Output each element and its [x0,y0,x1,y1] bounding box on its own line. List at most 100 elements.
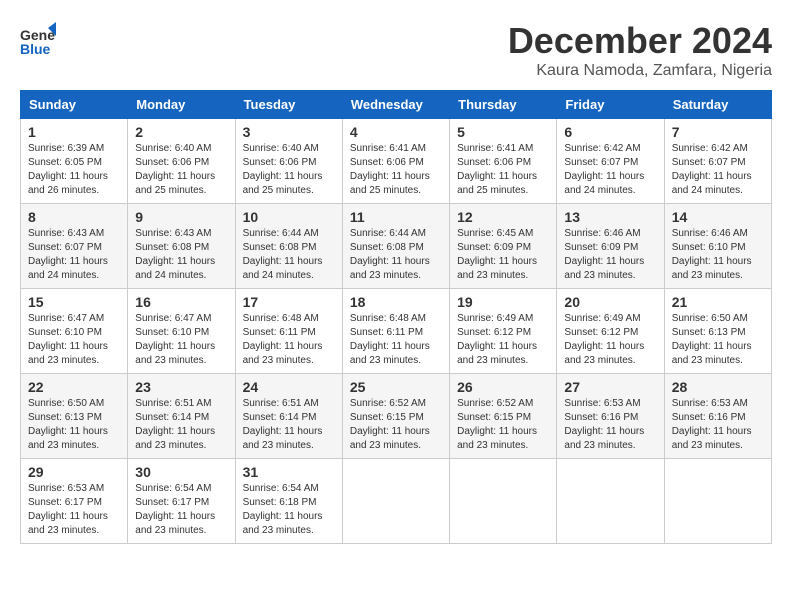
calendar-cell: 11Sunrise: 6:44 AM Sunset: 6:08 PM Dayli… [342,204,449,289]
calendar-cell: 6 Sunrise: 6:42 AM Sunset: 6:07 PM Daylig… [557,119,664,204]
calendar-week-5: 29Sunrise: 6:53 AM Sunset: 6:17 PM Dayli… [21,459,772,544]
calendar-cell: 26 Sunrise: 6:52 AM Sunset: 6:15 PM Dayli… [450,374,557,459]
day-info: Sunrise: 6:54 AM Sunset: 6:17 PM Dayligh… [135,482,227,538]
month-title: December 2024 [508,20,772,62]
day-info: Sunrise: 6:54 AM Sunset: 6:18 PM Dayligh… [243,482,335,538]
calendar-week-1: 1 Sunrise: 6:39 AM Sunset: 6:05 PM Daylig… [21,119,772,204]
calendar-cell: 29Sunrise: 6:53 AM Sunset: 6:17 PM Dayli… [21,459,128,544]
day-number: 6 [564,124,656,140]
calendar-cell: 2Sunrise: 6:40 AM Sunset: 6:06 PM Daylig… [128,119,235,204]
day-number: 13 [564,209,656,225]
day-info: Sunrise: 6:51 AM Sunset: 6:14 PM Dayligh… [135,397,227,453]
day-info: Sunrise: 6:48 AM Sunset: 6:11 PM Dayligh… [350,312,442,368]
day-info: Sunrise: 6:45 AM Sunset: 6:09 PM Dayligh… [457,227,549,283]
day-number: 21 [672,294,764,310]
day-info: Sunrise: 6:50 AM Sunset: 6:13 PM Dayligh… [672,312,764,368]
day-info: Sunrise: 6:41 AM Sunset: 6:06 PM Dayligh… [350,142,442,198]
day-number: 26 [457,379,549,395]
calendar-cell: 5 Sunrise: 6:41 AM Sunset: 6:06 PM Daylig… [450,119,557,204]
day-info: Sunrise: 6:53 AM Sunset: 6:16 PM Dayligh… [672,397,764,453]
calendar-cell: 12Sunrise: 6:45 AM Sunset: 6:09 PM Dayli… [450,204,557,289]
calendar-cell [664,459,771,544]
calendar-header-row: SundayMondayTuesdayWednesdayThursdayFrid… [21,91,772,119]
day-info: Sunrise: 6:40 AM Sunset: 6:06 PM Dayligh… [243,142,335,198]
calendar-cell: 16Sunrise: 6:47 AM Sunset: 6:10 PM Dayli… [128,289,235,374]
calendar-cell: 17 Sunrise: 6:48 AM Sunset: 6:11 PM Dayli… [235,289,342,374]
calendar-cell: 24 Sunrise: 6:51 AM Sunset: 6:14 PM Dayli… [235,374,342,459]
day-number: 18 [350,294,442,310]
calendar-cell: 4 Sunrise: 6:41 AM Sunset: 6:06 PM Daylig… [342,119,449,204]
day-number: 9 [135,209,227,225]
day-number: 2 [135,124,227,140]
day-info: Sunrise: 6:42 AM Sunset: 6:07 PM Dayligh… [672,142,764,198]
day-number: 17 [243,294,335,310]
day-info: Sunrise: 6:53 AM Sunset: 6:16 PM Dayligh… [564,397,656,453]
calendar-cell: 7Sunrise: 6:42 AM Sunset: 6:07 PM Daylig… [664,119,771,204]
day-info: Sunrise: 6:41 AM Sunset: 6:06 PM Dayligh… [457,142,549,198]
day-info: Sunrise: 6:43 AM Sunset: 6:08 PM Dayligh… [135,227,227,283]
day-number: 5 [457,124,549,140]
calendar-week-2: 8Sunrise: 6:43 AM Sunset: 6:07 PM Daylig… [21,204,772,289]
title-block: December 2024 Kaura Namoda, Zamfara, Nig… [508,20,772,80]
day-info: Sunrise: 6:52 AM Sunset: 6:15 PM Dayligh… [457,397,549,453]
day-number: 29 [28,464,120,480]
logo-icon: General Blue [20,20,56,56]
day-number: 28 [672,379,764,395]
logo: General Blue [20,20,60,56]
day-number: 14 [672,209,764,225]
day-info: Sunrise: 6:52 AM Sunset: 6:15 PM Dayligh… [350,397,442,453]
day-info: Sunrise: 6:44 AM Sunset: 6:08 PM Dayligh… [243,227,335,283]
calendar-cell: 30 Sunrise: 6:54 AM Sunset: 6:17 PM Dayli… [128,459,235,544]
day-info: Sunrise: 6:49 AM Sunset: 6:12 PM Dayligh… [457,312,549,368]
page-header: General Blue December 2024 Kaura Namoda,… [20,20,772,80]
day-number: 16 [135,294,227,310]
col-header-monday: Monday [128,91,235,119]
col-header-wednesday: Wednesday [342,91,449,119]
calendar-cell: 31 Sunrise: 6:54 AM Sunset: 6:18 PM Dayli… [235,459,342,544]
calendar-cell [342,459,449,544]
day-number: 4 [350,124,442,140]
day-info: Sunrise: 6:47 AM Sunset: 6:10 PM Dayligh… [28,312,120,368]
calendar-week-3: 15 Sunrise: 6:47 AM Sunset: 6:10 PM Dayli… [21,289,772,374]
calendar-cell: 25 Sunrise: 6:52 AM Sunset: 6:15 PM Dayli… [342,374,449,459]
day-info: Sunrise: 6:50 AM Sunset: 6:13 PM Dayligh… [28,397,120,453]
day-info: Sunrise: 6:46 AM Sunset: 6:10 PM Dayligh… [672,227,764,283]
day-info: Sunrise: 6:39 AM Sunset: 6:05 PM Dayligh… [28,142,120,198]
day-info: Sunrise: 6:42 AM Sunset: 6:07 PM Dayligh… [564,142,656,198]
calendar-cell [450,459,557,544]
calendar-body: 1 Sunrise: 6:39 AM Sunset: 6:05 PM Daylig… [21,119,772,544]
day-number: 30 [135,464,227,480]
day-info: Sunrise: 6:48 AM Sunset: 6:11 PM Dayligh… [243,312,335,368]
day-number: 24 [243,379,335,395]
day-number: 20 [564,294,656,310]
day-number: 1 [28,124,120,140]
day-number: 19 [457,294,549,310]
calendar-cell: 8Sunrise: 6:43 AM Sunset: 6:07 PM Daylig… [21,204,128,289]
calendar-cell: 18 Sunrise: 6:48 AM Sunset: 6:11 PM Dayli… [342,289,449,374]
calendar-cell: 9 Sunrise: 6:43 AM Sunset: 6:08 PM Daylig… [128,204,235,289]
day-number: 23 [135,379,227,395]
day-number: 25 [350,379,442,395]
calendar-cell: 1 Sunrise: 6:39 AM Sunset: 6:05 PM Daylig… [21,119,128,204]
day-number: 27 [564,379,656,395]
calendar-cell: 13 Sunrise: 6:46 AM Sunset: 6:09 PM Dayli… [557,204,664,289]
calendar-cell [557,459,664,544]
calendar-week-4: 22Sunrise: 6:50 AM Sunset: 6:13 PM Dayli… [21,374,772,459]
day-info: Sunrise: 6:43 AM Sunset: 6:07 PM Dayligh… [28,227,120,283]
day-number: 11 [350,209,442,225]
calendar-cell: 27 Sunrise: 6:53 AM Sunset: 6:16 PM Dayli… [557,374,664,459]
calendar-cell: 23 Sunrise: 6:51 AM Sunset: 6:14 PM Dayli… [128,374,235,459]
location-subtitle: Kaura Namoda, Zamfara, Nigeria [508,62,772,80]
day-number: 15 [28,294,120,310]
calendar-cell: 28 Sunrise: 6:53 AM Sunset: 6:16 PM Dayli… [664,374,771,459]
day-info: Sunrise: 6:46 AM Sunset: 6:09 PM Dayligh… [564,227,656,283]
col-header-thursday: Thursday [450,91,557,119]
calendar-cell: 21 Sunrise: 6:50 AM Sunset: 6:13 PM Dayli… [664,289,771,374]
day-info: Sunrise: 6:51 AM Sunset: 6:14 PM Dayligh… [243,397,335,453]
calendar-table: SundayMondayTuesdayWednesdayThursdayFrid… [20,90,772,544]
calendar-cell: 15 Sunrise: 6:47 AM Sunset: 6:10 PM Dayli… [21,289,128,374]
calendar-cell: 10Sunrise: 6:44 AM Sunset: 6:08 PM Dayli… [235,204,342,289]
col-header-sunday: Sunday [21,91,128,119]
calendar-cell: 22Sunrise: 6:50 AM Sunset: 6:13 PM Dayli… [21,374,128,459]
day-number: 31 [243,464,335,480]
